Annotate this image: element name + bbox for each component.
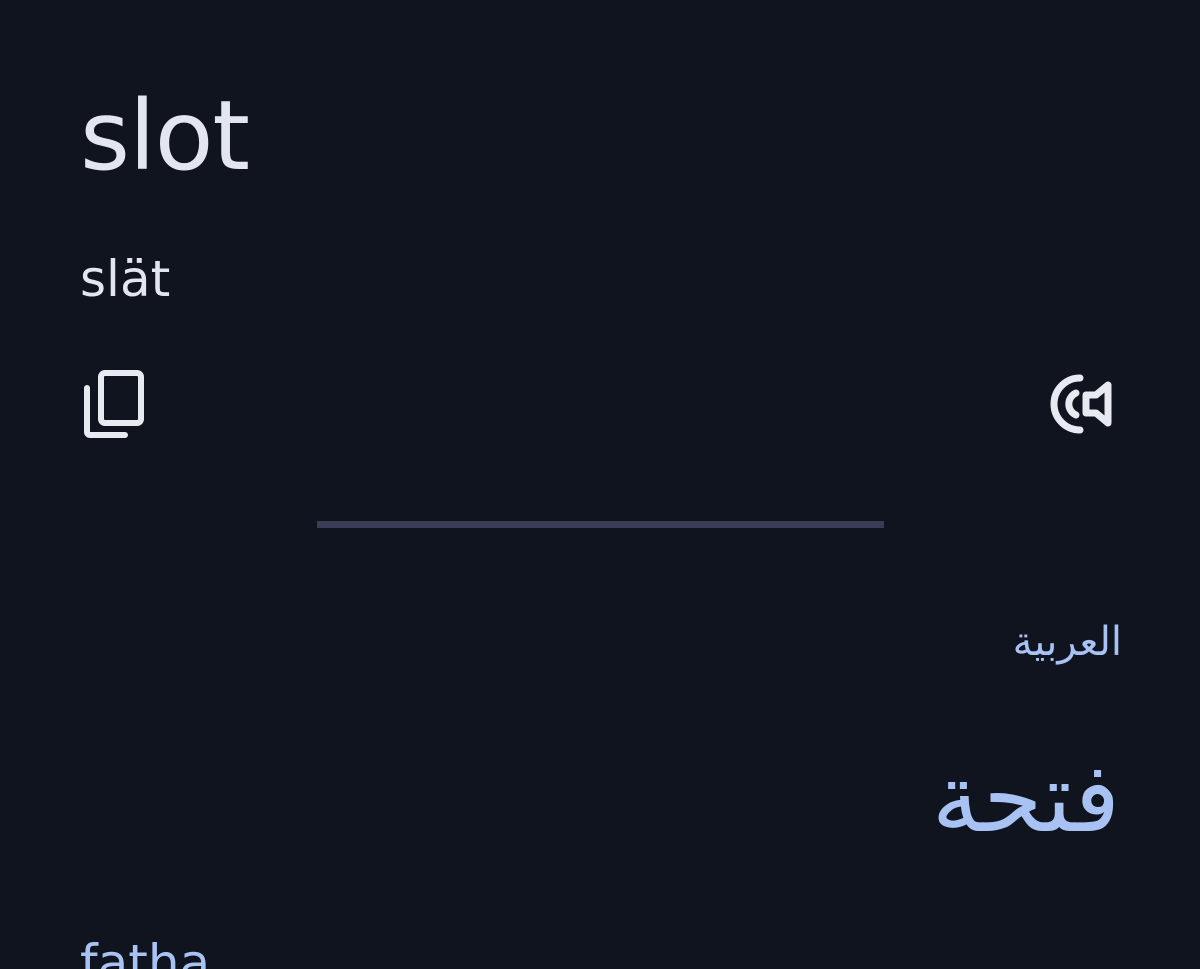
pronunciation-text: slät bbox=[80, 250, 171, 308]
copy-button[interactable] bbox=[76, 366, 152, 442]
copy-icon bbox=[84, 370, 144, 438]
translation-text: فتحة bbox=[931, 742, 1120, 854]
transliteration-text: fatha bbox=[80, 934, 211, 969]
target-language-label: العربية bbox=[1012, 619, 1122, 665]
listen-button[interactable] bbox=[1047, 366, 1123, 442]
section-divider bbox=[317, 521, 884, 528]
source-word: slot bbox=[80, 80, 250, 192]
speaker-icon bbox=[1050, 374, 1112, 434]
